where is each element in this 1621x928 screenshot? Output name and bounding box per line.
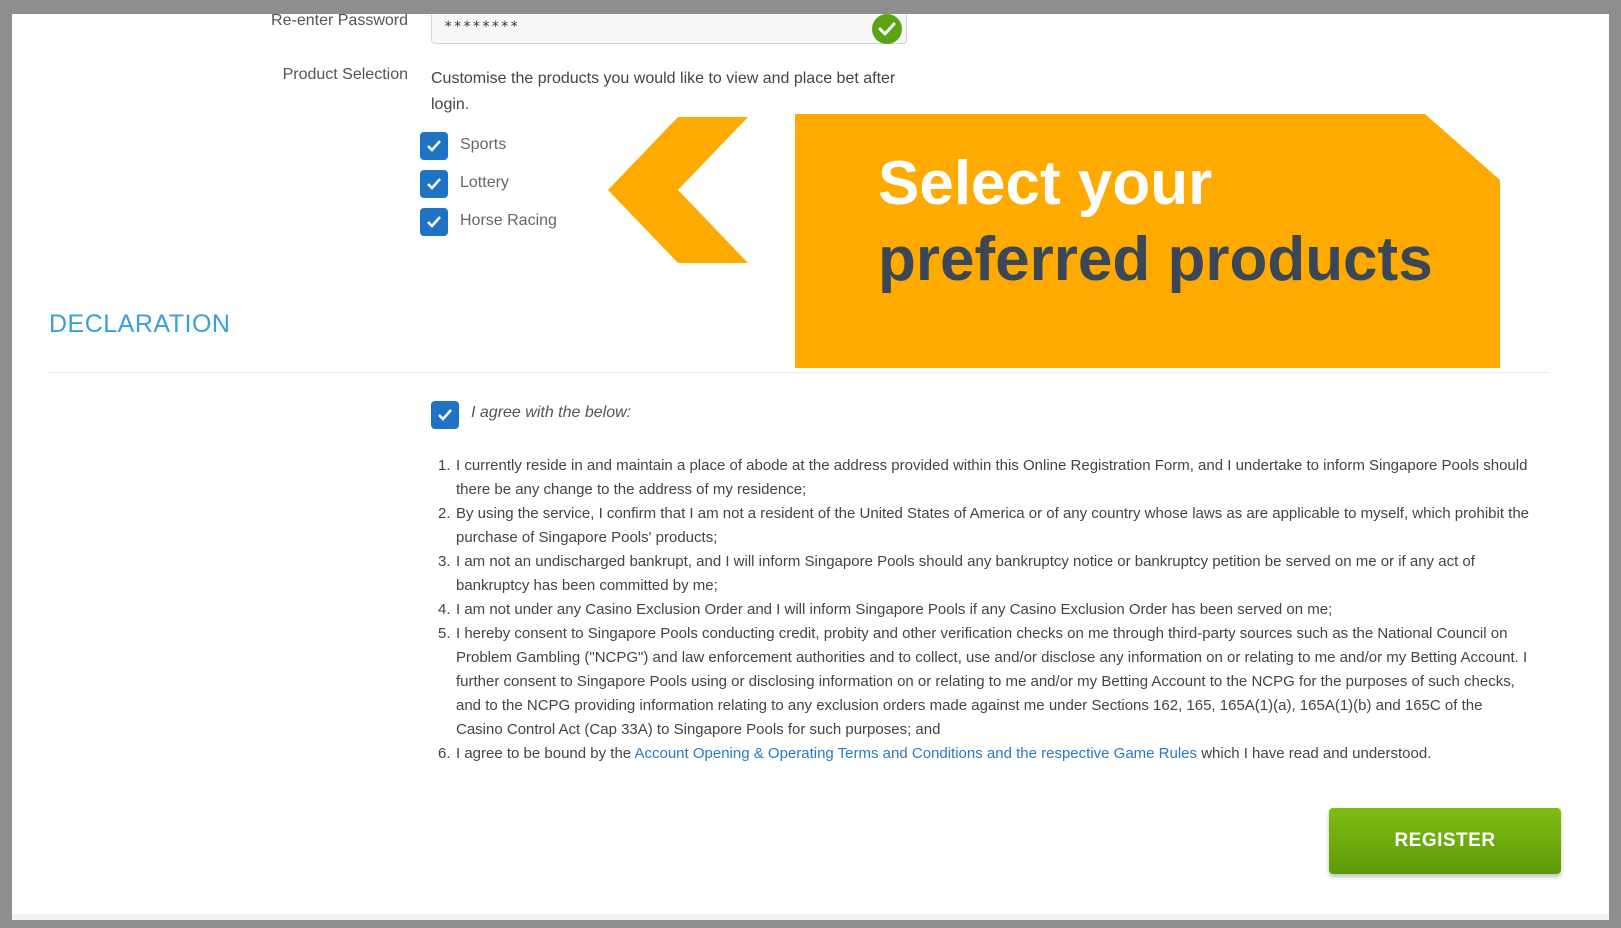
- reenter-password-label: Re-enter Password: [271, 14, 408, 29]
- declaration-list: 1. I currently reside in and maintain a p…: [432, 454, 1532, 766]
- list-item: 3. I am not an undischarged bankrupt, and…: [438, 553, 1475, 594]
- banner-heading-line1: Select your: [878, 149, 1213, 218]
- list-item: 1. I currently reside in and maintain a p…: [438, 457, 1528, 498]
- registration-form: Re-enter Password ******** Product Selec…: [12, 14, 1609, 920]
- terms-link[interactable]: Account Opening & Operating Terms and Co…: [634, 745, 1197, 762]
- reenter-password-input[interactable]: ********: [431, 14, 907, 44]
- section-divider: [49, 372, 1549, 373]
- product-selection-description: Customise the products you would like to…: [431, 70, 896, 113]
- checkbox-horse-racing[interactable]: [420, 208, 448, 236]
- register-button[interactable]: REGISTER: [1329, 808, 1561, 874]
- list-item: 4. I am not under any Casino Exclusion Or…: [438, 601, 1333, 618]
- list-item: 6. I agree to be bound by the Account Ope…: [438, 745, 1432, 762]
- banner-heading-line2: preferred products: [878, 225, 1433, 294]
- product-selection-label: Product Selection: [282, 66, 408, 83]
- list-item: 5. I hereby consent to Singapore Pools co…: [438, 625, 1528, 738]
- checkbox-lottery-label[interactable]: Lottery: [460, 174, 509, 192]
- declaration-title: DECLARATION: [49, 310, 231, 338]
- checkbox-sports[interactable]: [420, 132, 448, 160]
- valid-check-icon: [872, 14, 902, 44]
- checkbox-sports-label[interactable]: Sports: [460, 136, 506, 154]
- checkbox-lottery[interactable]: [420, 170, 448, 198]
- chevron-left-icon: [608, 117, 748, 263]
- agree-checkbox[interactable]: [431, 401, 459, 429]
- checkbox-horse-racing-label[interactable]: Horse Racing: [460, 212, 557, 230]
- agree-label[interactable]: I agree with the below:: [471, 404, 631, 422]
- list-item: 2. By using the service, I confirm that I…: [438, 505, 1530, 546]
